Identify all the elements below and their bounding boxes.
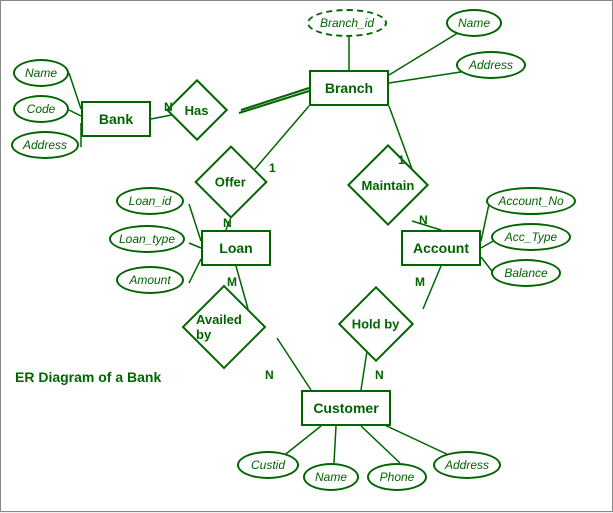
rel-offer: Offer	[194, 145, 268, 219]
attr-bank-address: Address	[11, 131, 79, 159]
attr-loan-type: Loan_type	[109, 225, 185, 253]
attr-balance: Balance	[491, 259, 561, 287]
attr-custid: Custid	[237, 451, 299, 479]
mult-hold-account: M	[415, 275, 425, 289]
attr-cust-name: Name	[303, 463, 359, 491]
entity-account: Account	[401, 230, 481, 266]
entity-bank: Bank	[81, 101, 151, 137]
attr-branch-id: Branch_id	[307, 9, 387, 37]
attr-account-no: Account_No	[486, 187, 576, 215]
attr-cust-address: Address	[433, 451, 501, 479]
er-diagram-canvas: Bank Branch Loan Account Customer Has Of…	[0, 0, 613, 512]
mult-availed-loan: M	[227, 275, 237, 289]
attr-branch-address: Address	[456, 51, 526, 79]
mult-hold-cust: N	[375, 368, 384, 382]
mult-offer-loan: N	[223, 216, 232, 230]
rel-has: Has	[166, 79, 228, 141]
diagram-title: ER Diagram of a Bank	[15, 369, 161, 385]
mult-availed-cust: N	[265, 368, 274, 382]
attr-phone: Phone	[367, 463, 427, 491]
attr-bank-name: Name	[13, 59, 69, 87]
mult-has-bank: N	[164, 100, 173, 114]
entity-branch: Branch	[309, 70, 389, 106]
connection-lines	[1, 1, 613, 513]
attr-branch-name: Name	[446, 9, 502, 37]
rel-availed-by: Availed by	[182, 285, 267, 370]
attr-acc-type: Acc_Type	[491, 223, 571, 251]
mult-offer-branch: 1	[269, 161, 276, 175]
entity-customer: Customer	[301, 390, 391, 426]
attr-bank-code: Code	[13, 95, 69, 123]
entity-loan: Loan	[201, 230, 271, 266]
attr-amount: Amount	[116, 266, 184, 294]
attr-loan-id: Loan_id	[116, 187, 184, 215]
rel-hold-by: Hold by	[338, 286, 414, 362]
mult-maintain-branch: 1	[398, 153, 405, 167]
rel-maintain: Maintain	[347, 144, 429, 226]
mult-maintain-account: N	[419, 213, 428, 227]
